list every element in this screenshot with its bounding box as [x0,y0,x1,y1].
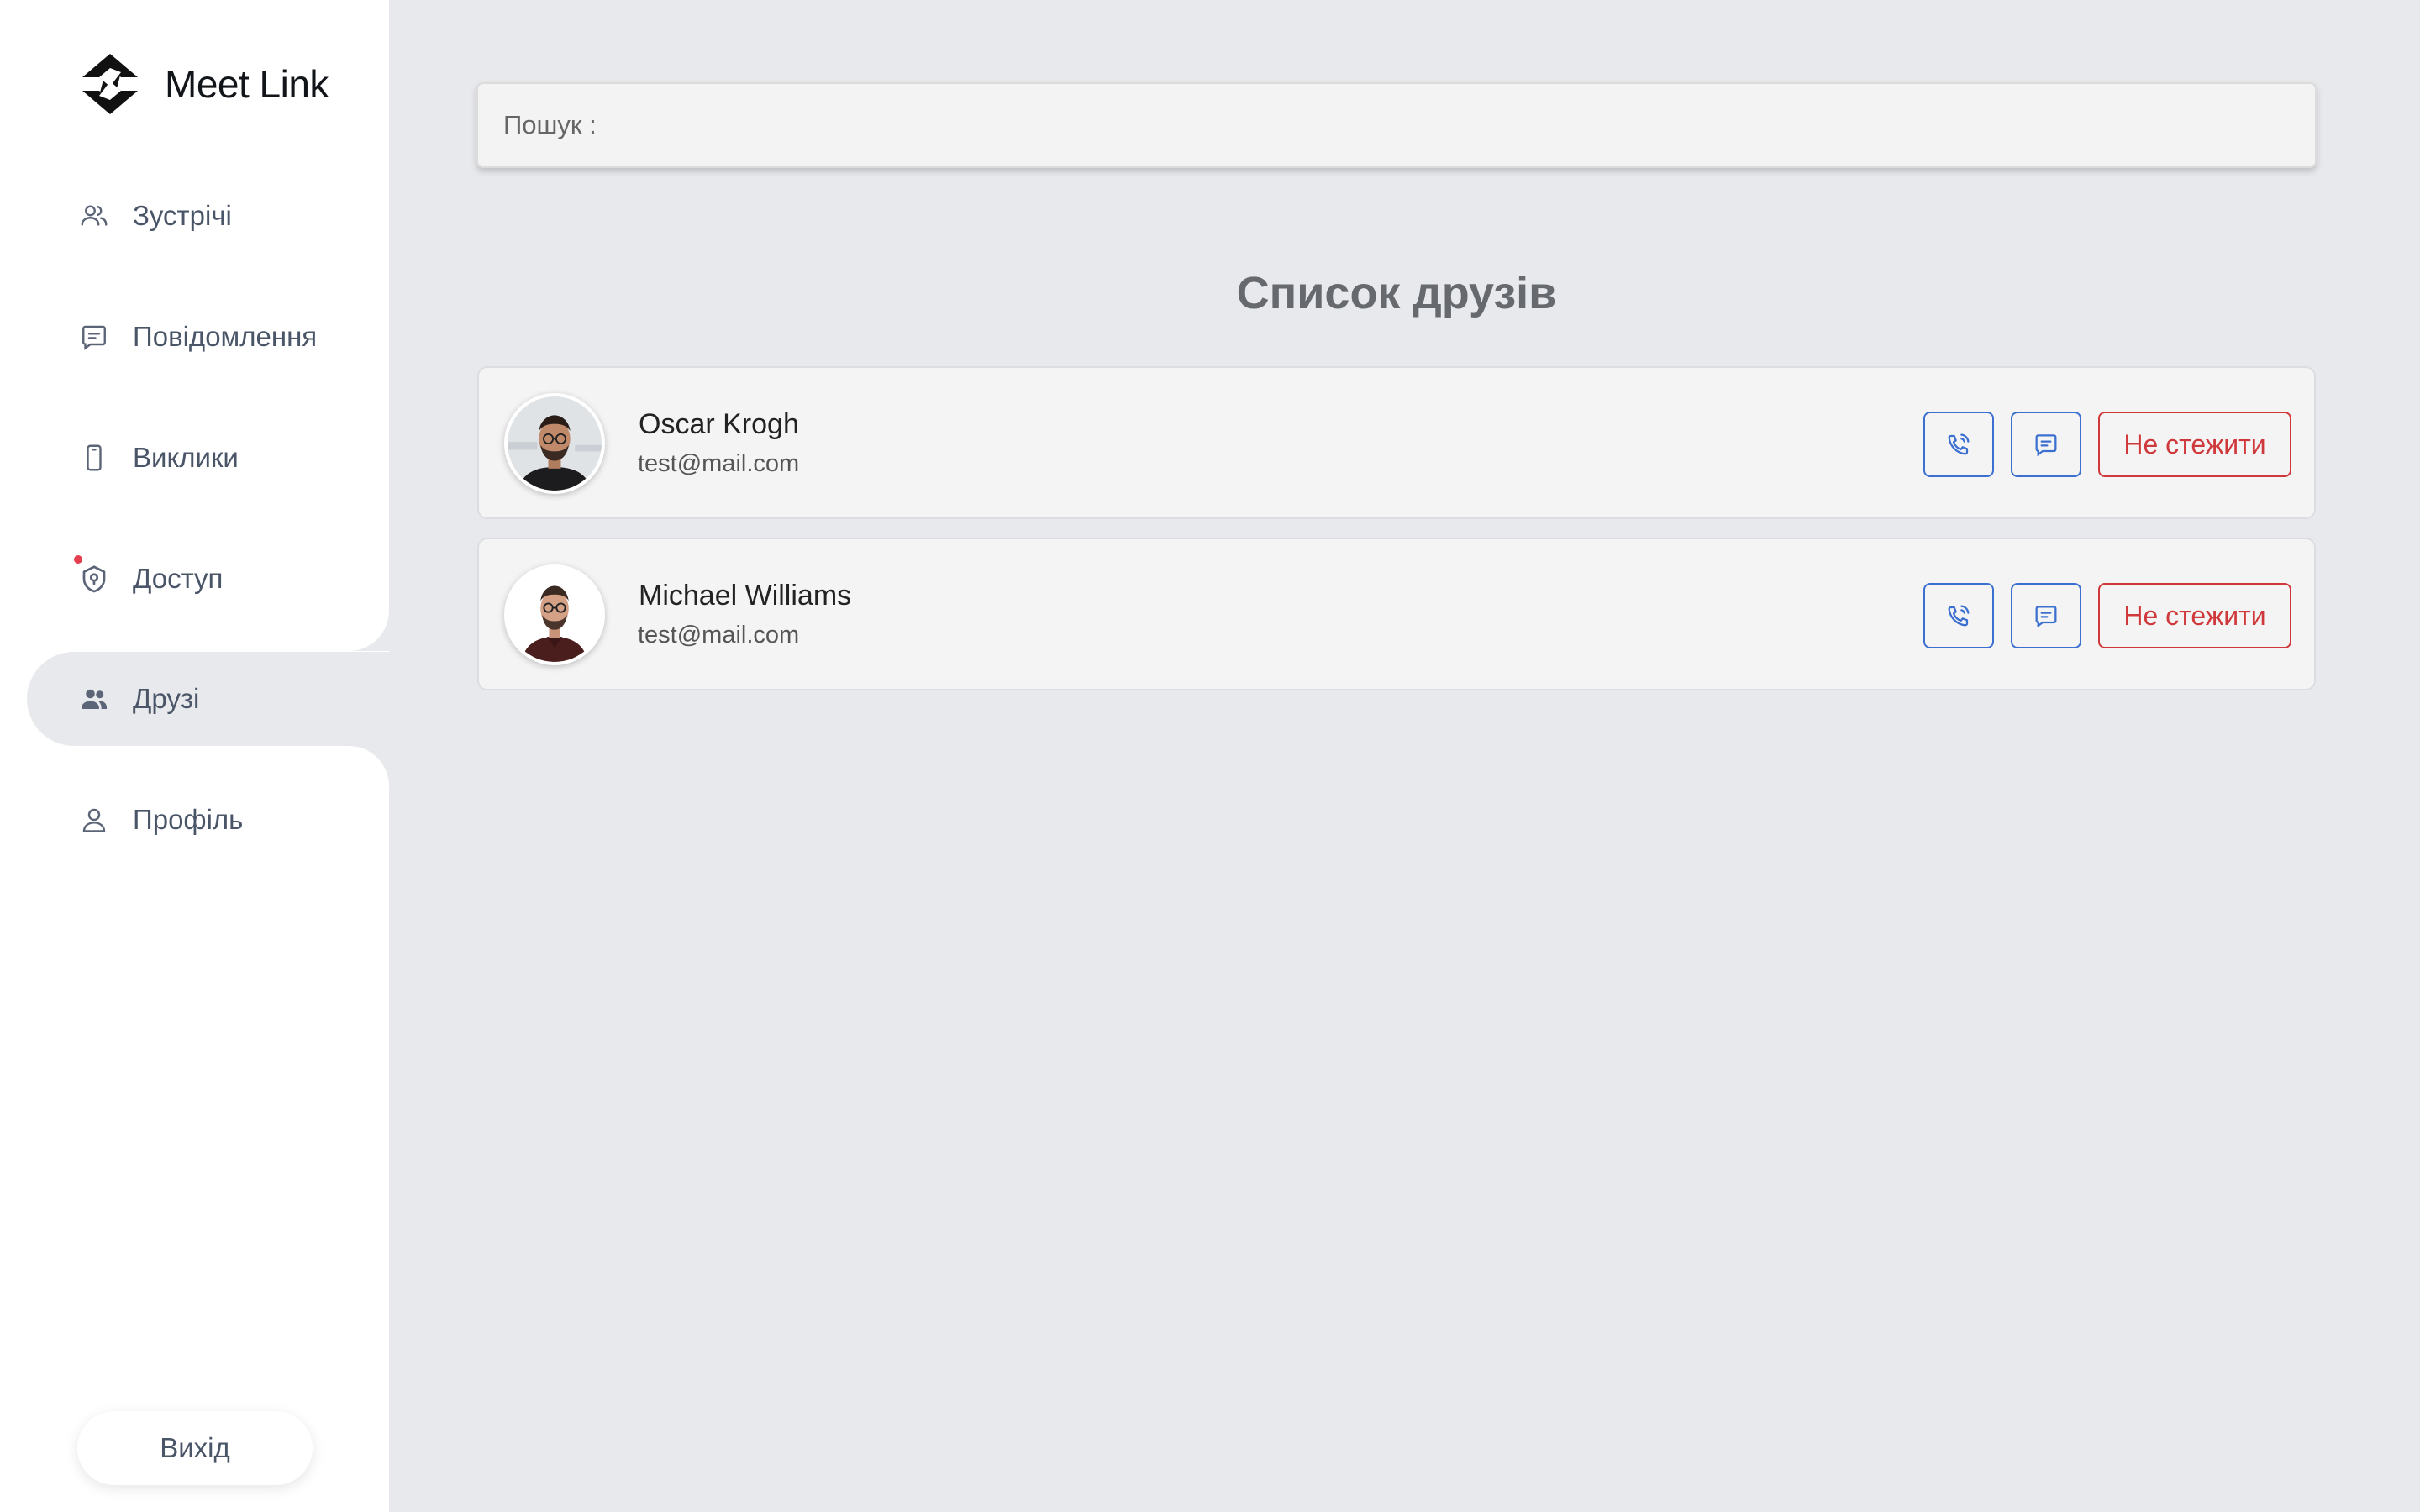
phone-call-icon [1948,433,1970,455]
sidebar-item-meetings[interactable]: Зустрічі [27,169,389,263]
search-input[interactable] [606,84,2315,166]
shield-icon [74,555,109,594]
friend-card: Michael Williams test@mail.com Не стежит… [477,538,2316,690]
unfollow-button[interactable]: Не стежити [2098,583,2291,648]
brand[interactable]: Meet Link [81,52,329,116]
sidebar-item-messages[interactable]: Повідомлення [27,290,389,384]
phone-icon [79,443,109,473]
sidebar-item-label: Повідомлення [133,321,318,352]
avatar-photo-oscar [508,396,602,491]
friend-card: Oscar Krogh test@mail.com Не стежити [477,366,2316,519]
users-icon [79,201,109,231]
sidebar: Meet Link Зустрічі Повідомлення Виклики [0,0,389,1512]
brand-name: Meet Link [165,62,329,106]
avatar-photo-michael [508,568,602,662]
phone-call-icon [1948,605,1970,627]
unfollow-button[interactable]: Не стежити [2098,412,2291,477]
friend-email: test@mail.com [638,622,800,648]
avatar[interactable] [504,393,605,494]
sidebar-item-label: Друзі [133,683,200,714]
message-icon [2035,606,2057,628]
search-bar[interactable]: Пошук : [476,82,2317,168]
notification-dot [74,555,82,564]
sidebar-item-label: Профіль [133,804,244,835]
logout-button[interactable]: Вихід [77,1411,313,1485]
friend-name: Michael Williams [639,580,852,612]
sidebar-item-friends[interactable]: Друзі [27,652,389,746]
search-label: Пошук : [503,110,597,139]
sidebar-item-label: Доступ [133,563,224,594]
message-icon [79,322,109,352]
sidebar-item-calls[interactable]: Виклики [27,411,389,505]
friend-email: test@mail.com [638,450,800,477]
friend-name: Oscar Krogh [639,408,799,440]
call-button[interactable] [1923,412,1994,477]
avatar[interactable] [504,564,605,665]
call-button[interactable] [1923,583,1994,648]
page-title: Список друзів [1236,268,1557,318]
message-icon [2035,434,2057,457]
meet-link-logo-icon [82,54,138,114]
sidebar-item-label: Виклики [133,442,239,473]
sidebar-item-access[interactable]: Доступ [27,532,389,626]
message-button[interactable] [2011,583,2081,648]
sidebar-item-label: Зустрічі [133,200,232,231]
sidebar-item-profile[interactable]: Профіль [27,773,389,867]
active-corner-top [349,611,389,651]
message-button[interactable] [2011,412,2081,477]
user-icon [79,805,109,835]
friends-icon [79,684,109,714]
